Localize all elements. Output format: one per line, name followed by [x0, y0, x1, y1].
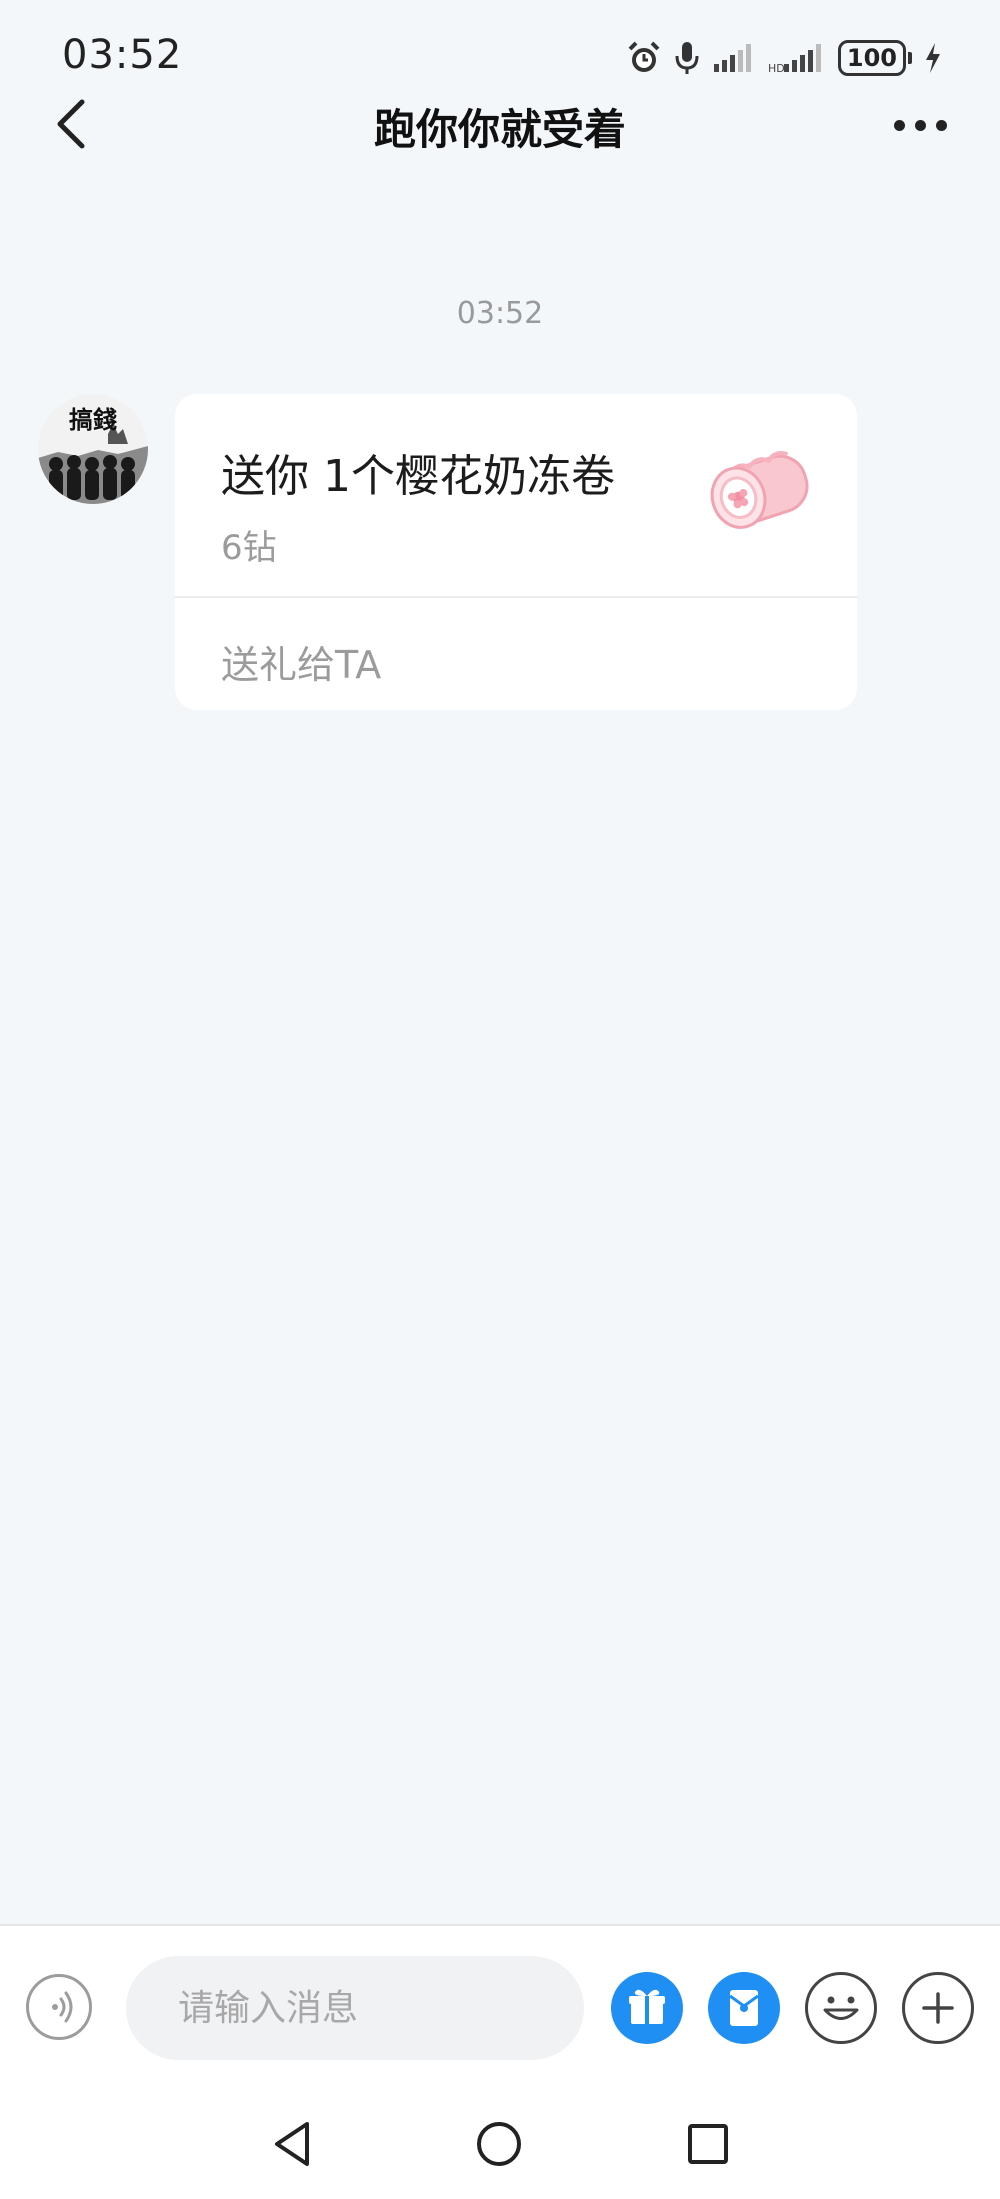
triangle-back-icon: [275, 2122, 309, 2166]
mic-icon: [675, 42, 699, 74]
battery-icon: 100: [837, 40, 912, 76]
status-icons: HD 100: [626, 36, 942, 80]
emoji-icon: [823, 1996, 859, 2020]
avatar-image: 搞錢: [38, 394, 148, 504]
nav-recents-button[interactable]: [678, 2114, 738, 2174]
more-horizontal-icon: [893, 119, 905, 131]
signal-icon: HD: [768, 44, 821, 74]
nav-back-button[interactable]: [263, 2114, 323, 2174]
alarm-icon: [628, 41, 660, 72]
gift-title: 送你 1个樱花奶冻卷: [221, 451, 615, 502]
send-gift-link[interactable]: 送礼给TA: [221, 634, 381, 689]
more-button[interactable]: [880, 110, 960, 140]
svg-text:HD: HD: [768, 62, 785, 74]
circle-home-icon: [477, 2122, 521, 2166]
nav-home-button[interactable]: [469, 2114, 529, 2174]
charging-icon: [926, 43, 940, 73]
gift-button[interactable]: [611, 1972, 683, 2044]
plus-icon: [922, 1992, 954, 2024]
battery-level: 100: [837, 40, 906, 76]
red-packet-button[interactable]: [708, 1972, 780, 2044]
avatar[interactable]: 搞錢: [38, 394, 148, 504]
page-title: 跑你你就受着: [373, 105, 626, 154]
cherry-blossom-roll-cake-icon: [697, 434, 827, 544]
status-time: 03:52: [62, 32, 183, 78]
square-recents-icon: [688, 2124, 728, 2164]
emoji-button[interactable]: [805, 1972, 877, 2044]
gift-price: 6钻: [221, 528, 277, 568]
signal-icon: [713, 44, 751, 72]
status-bar: 03:52 HD 100: [0, 0, 1000, 110]
message-timestamp: 03:52: [456, 296, 544, 331]
gift-message-card[interactable]: 送你 1个樱花奶冻卷 6钻 送礼给TA: [175, 394, 857, 710]
divider: [175, 596, 857, 598]
voice-button[interactable]: [26, 1974, 92, 2040]
message-input[interactable]: [126, 1956, 584, 2060]
more-actions-button[interactable]: [902, 1972, 974, 2044]
red-packet-icon: [729, 1990, 759, 2026]
voice-icon: [52, 1991, 73, 2023]
system-nav-bar: [0, 2100, 1000, 2197]
gift-icon: [629, 1989, 665, 2024]
avatar-text: 搞錢: [69, 405, 117, 434]
